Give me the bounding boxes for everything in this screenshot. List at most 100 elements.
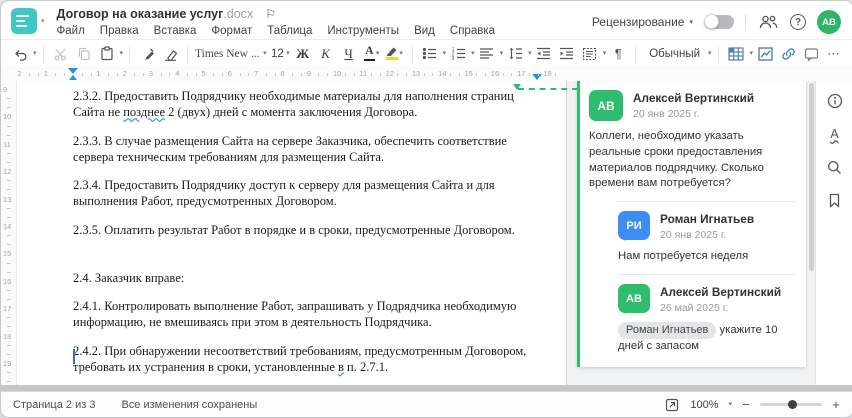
paragraph-2-3-2[interactable]: 2.3.2. Предоставить Подрядчику необходим… <box>73 88 536 121</box>
paragraph-2-3-3[interactable]: 2.3.3. В случае размещения Сайта на серв… <box>73 133 536 166</box>
spellcheck-icon[interactable]: А <box>826 125 844 143</box>
h-ruler[interactable]: 2 1 1 2 3 4 5 6 7 8 9 10 11 12 13 14 15 16 17 18 <box>1 67 852 82</box>
topbar-separator <box>745 14 746 30</box>
decrease-indent-button[interactable] <box>533 43 555 65</box>
help-icon[interactable]: ? <box>790 14 806 30</box>
review-toggle[interactable] <box>704 14 734 29</box>
numbered-list-caret-icon[interactable]: ▾ <box>471 50 475 57</box>
app-menu-caret-icon[interactable]: ▾ <box>41 17 45 25</box>
show-paragraph-marks-button[interactable]: ¶ <box>607 43 629 65</box>
numbered-list-button[interactable]: 123 <box>447 43 469 65</box>
right-sidebar: А <box>815 81 852 385</box>
comment-thread[interactable]: АВ Алексей Вертинский 20 янв 2025 г. Кол… <box>577 81 806 368</box>
top-bar: ▾ Договор на оказание услуг .docx ⚐ Файл… <box>1 1 852 39</box>
fit-width-icon[interactable] <box>663 396 681 414</box>
bookmark-icon[interactable] <box>826 191 844 209</box>
zoom-value[interactable]: 100% <box>690 399 718 411</box>
underline-button[interactable]: Ч <box>338 43 360 65</box>
reply-text: Нам потребуется неделя <box>618 250 749 263</box>
paragraph-2-4-2[interactable]: 2.4.2. При обнаружении несоответствий тр… <box>73 343 536 376</box>
menu-format[interactable]: Формат <box>211 25 252 37</box>
line-spacing-button[interactable] <box>504 43 526 65</box>
comment-anchor-line <box>518 88 578 90</box>
scrollbar-thumb[interactable] <box>809 83 814 272</box>
favorite-flag-icon[interactable]: ⚐ <box>265 8 276 20</box>
spellcheck-word[interactable]: позднее <box>123 105 165 119</box>
format-painter-icon[interactable] <box>136 43 158 65</box>
paste-caret-icon[interactable]: ▾ <box>120 50 124 57</box>
app-window: ▾ Договор на оказание услуг .docx ⚐ Файл… <box>0 0 852 418</box>
clear-format-eraser-icon[interactable] <box>159 43 181 65</box>
zoom-slider[interactable] <box>760 399 822 409</box>
zoom-slider-thumb[interactable] <box>787 399 797 409</box>
zoom-in-button[interactable]: + <box>831 397 841 412</box>
review-mode-dropdown[interactable]: Рецензирование ▾ <box>592 15 693 29</box>
info-panel-icon[interactable] <box>826 92 844 110</box>
menu-tools[interactable]: Инструменты <box>327 25 399 37</box>
menu-file[interactable]: Файл <box>57 25 85 37</box>
user-avatar[interactable]: АВ <box>817 10 841 34</box>
status-bar: Страница 2 из 3 Все изменения сохранены … <box>1 391 852 417</box>
paragraph-2-4-1[interactable]: 2.4.1. Контролировать выполнение Работ, … <box>73 298 536 331</box>
zoom-out-button[interactable]: − <box>741 397 751 412</box>
paragraph-settings-caret-icon[interactable]: ▾ <box>603 50 607 57</box>
insert-chart-button[interactable] <box>754 43 776 65</box>
font-name-select[interactable]: Times New ... ▾ <box>194 43 268 65</box>
line-spacing-caret-icon[interactable]: ▾ <box>528 50 532 57</box>
menu-help[interactable]: Справка <box>450 25 495 37</box>
first-line-indent-marker[interactable] <box>68 68 78 74</box>
review-caret-icon: ▾ <box>689 18 693 26</box>
undo-button[interactable] <box>9 43 31 65</box>
bullet-list-button[interactable] <box>419 43 441 65</box>
v-ruler[interactable]: 91011121314151617181920 <box>1 81 17 410</box>
collaboration-users-icon[interactable] <box>757 11 779 33</box>
comment-reply[interactable]: РИ Роман Игнатьев 20 янв 2025 г. Нам пот… <box>618 201 796 265</box>
align-caret-icon[interactable]: ▾ <box>500 50 504 57</box>
svg-text:3: 3 <box>451 56 454 60</box>
paragraph-2-3-5[interactable]: 2.3.5. Оплатить результат Работ в порядк… <box>73 222 536 238</box>
paragraph-2-4[interactable]: 2.4. Заказчик вправе: <box>73 270 536 286</box>
insert-link-button[interactable] <box>777 43 799 65</box>
bold-button[interactable]: Ж <box>292 43 314 65</box>
toolbar-more-button[interactable]: ⋯ <box>823 43 845 65</box>
search-icon[interactable] <box>826 158 844 176</box>
app-logo-icon[interactable] <box>11 8 37 34</box>
vertical-scrollbar[interactable] <box>808 81 815 385</box>
italic-button[interactable]: К <box>315 43 337 65</box>
undo-caret-icon[interactable]: ▾ <box>33 50 37 57</box>
menu-table[interactable]: Таблица <box>267 25 312 37</box>
reply-author: Алексей Вертинский <box>660 285 782 300</box>
text-cursor <box>73 349 75 364</box>
align-button[interactable] <box>476 43 498 65</box>
menu-insert[interactable]: Вставка <box>154 25 197 37</box>
comments-panel: АВ Алексей Вертинский 20 янв 2025 г. Кол… <box>568 81 808 385</box>
comment-reply[interactable]: АВ Алексей Вертинский 26 май 2025 г. Ром… <box>618 274 796 355</box>
page-indicator[interactable]: Страница 2 из 3 <box>13 399 95 411</box>
cut-button <box>50 43 72 65</box>
document-page[interactable]: 2.3.2. Предоставить Подрядчику необходим… <box>17 81 567 385</box>
insert-table-button[interactable] <box>725 43 747 65</box>
paragraph-2-3-4[interactable]: 2.3.4. Предоставить Подрядчику доступ к … <box>73 177 536 210</box>
font-size-select[interactable]: 12 ▾ <box>269 43 291 65</box>
hanging-indent-marker[interactable] <box>69 75 77 80</box>
reply-text: Роман Игнатьев укажите 10 дней с запасом <box>618 322 778 353</box>
comment-text: Коллеги, необходимо указать реальные сро… <box>589 130 764 190</box>
comment-date: 20 янв 2025 г. <box>633 108 700 120</box>
reply-date: 20 янв 2025 г. <box>660 229 727 242</box>
menu-edit[interactable]: Правка <box>100 25 139 37</box>
increase-indent-button[interactable] <box>556 43 578 65</box>
reply-author-avatar: АВ <box>618 284 650 315</box>
menu-view[interactable]: Вид <box>414 25 435 37</box>
bullet-list-caret-icon[interactable]: ▾ <box>443 50 447 57</box>
paragraph-style-select[interactable]: Обычный ▾ <box>642 43 712 65</box>
mention-badge[interactable]: Роман Игнатьев <box>618 322 717 340</box>
zoom-caret-icon[interactable]: ▾ <box>728 401 732 408</box>
reply-author: Роман Игнатьев <box>660 212 755 227</box>
paragraph-settings-button[interactable] <box>579 43 601 65</box>
font-color-button[interactable]: А ▾ <box>361 43 383 65</box>
insert-table-caret-icon[interactable]: ▾ <box>749 50 753 57</box>
save-status: Все изменения сохранены <box>121 398 258 411</box>
paste-button[interactable] <box>96 43 118 65</box>
highlight-color-button[interactable]: ▾ <box>384 43 406 65</box>
insert-comment-button[interactable] <box>800 43 822 65</box>
